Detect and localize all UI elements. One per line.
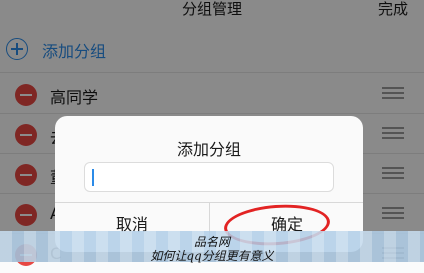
text-cursor — [92, 169, 94, 186]
watermark-caption: 如何让qq分组更有意义 — [150, 249, 274, 263]
group-name-input[interactable] — [84, 162, 334, 192]
watermark-banner: 品名网 如何让qq分组更有意义 — [0, 231, 424, 263]
dialog-title: 添加分组 — [176, 140, 241, 159]
